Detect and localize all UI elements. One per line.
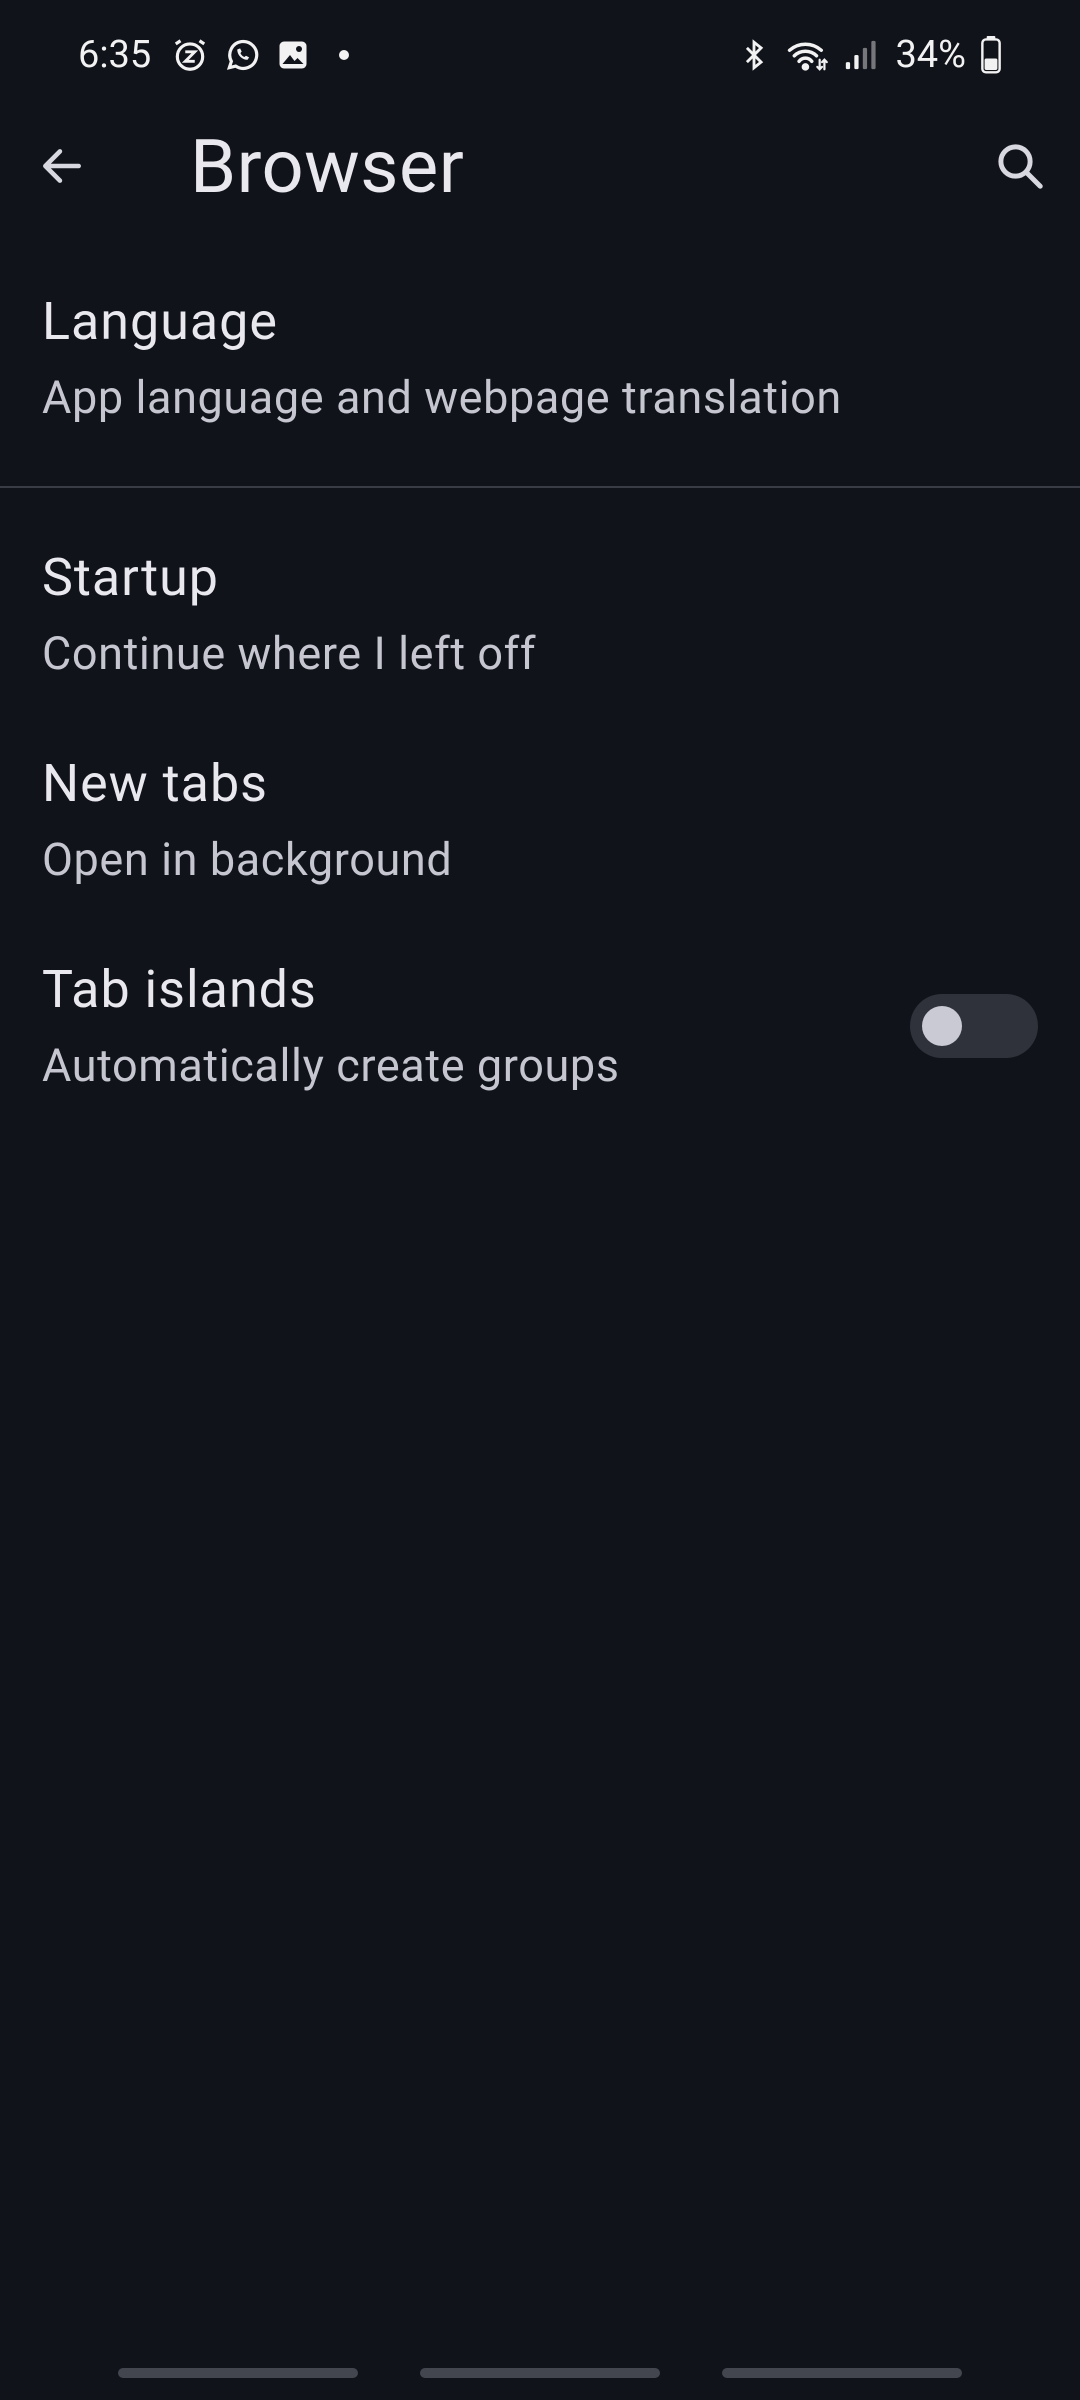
setting-new-tabs[interactable]: New tabs Open in background <box>0 752 1080 958</box>
setting-startup-title: Startup <box>42 547 219 608</box>
alarm-icon <box>171 36 209 74</box>
setting-language-summary: App language and webpage translation <box>42 371 842 424</box>
nav-handle-right[interactable] <box>722 2368 962 2378</box>
setting-new-tabs-title: New tabs <box>42 753 268 814</box>
status-bar: 6:35 34% <box>0 0 1080 110</box>
setting-language[interactable]: Language App language and webpage transl… <box>0 270 1080 486</box>
status-right: 34% <box>737 33 1002 77</box>
status-time: 6:35 <box>78 33 152 77</box>
setting-startup[interactable]: Startup Continue where I left off <box>0 488 1080 752</box>
gallery-icon <box>275 37 311 73</box>
toggle-knob <box>922 1006 962 1046</box>
signal-icon <box>843 38 877 72</box>
whatsapp-icon <box>223 36 261 74</box>
page-title: Browser <box>190 124 465 211</box>
nav-bar <box>0 2310 1080 2400</box>
setting-language-title: Language <box>42 291 278 352</box>
arrow-back-icon <box>37 141 87 195</box>
search-button[interactable] <box>980 128 1060 208</box>
setting-new-tabs-summary: Open in background <box>42 833 453 886</box>
setting-tab-islands-summary: Automatically create groups <box>42 1039 620 1092</box>
wifi-icon <box>785 36 829 74</box>
setting-startup-summary: Continue where I left off <box>42 627 537 680</box>
tab-islands-toggle[interactable] <box>910 994 1038 1058</box>
status-left: 6:35 <box>78 33 350 77</box>
app-bar: Browser <box>0 110 1080 226</box>
search-icon <box>993 139 1047 197</box>
notification-dot <box>339 50 350 60</box>
settings-list: Language App language and webpage transl… <box>0 270 1080 1164</box>
back-button[interactable] <box>22 128 102 208</box>
bluetooth-icon <box>737 36 771 74</box>
battery-icon <box>980 36 1002 74</box>
setting-tab-islands-title: Tab islands <box>42 959 317 1020</box>
nav-handle-center[interactable] <box>420 2368 660 2378</box>
setting-tab-islands[interactable]: Tab islands Automatically create groups <box>0 958 1080 1164</box>
battery-percent: 34% <box>895 33 966 77</box>
nav-handle-left[interactable] <box>118 2368 358 2378</box>
screen: 6:35 34% Browser Language App language a… <box>0 0 1080 2400</box>
